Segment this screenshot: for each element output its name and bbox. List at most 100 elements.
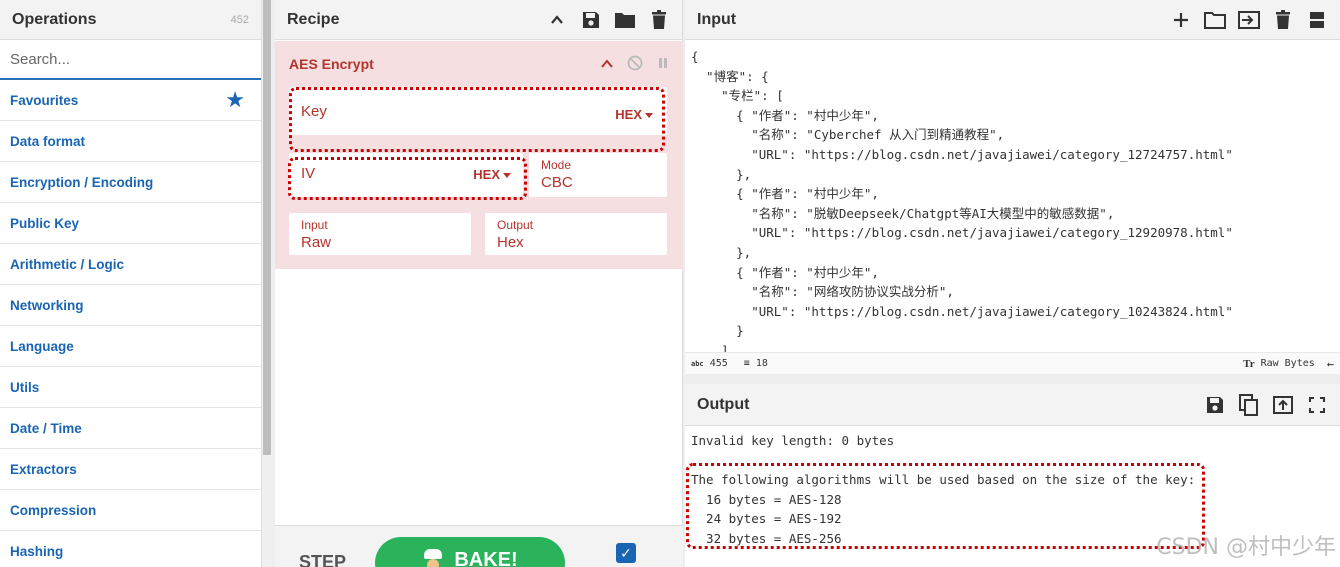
category-compression[interactable]: Compression [0, 490, 261, 531]
category-data-format[interactable]: Data format [0, 121, 261, 162]
category-utils[interactable]: Utils [0, 367, 261, 408]
input-line: } [691, 323, 744, 339]
category-favourites[interactable]: Favourites ★ [0, 80, 261, 121]
trash-icon[interactable] [1272, 9, 1294, 31]
cyberchef-app: Operations 452 Favourites ★ Data format … [0, 0, 1340, 567]
input-format-value: Raw [301, 234, 332, 251]
bake-label: BAKE! [454, 549, 518, 567]
input-line: ] [691, 342, 729, 352]
star-icon: ★ [225, 87, 245, 112]
input-line: "URL": "https://blog.csdn.net/javajiawei… [691, 303, 1233, 319]
output-format-select[interactable]: Output Hex [485, 213, 667, 255]
maximize-icon[interactable] [1306, 394, 1328, 416]
input-line: { "作者": "村中少年", [691, 107, 879, 123]
chevron-up-icon[interactable] [601, 56, 613, 72]
input-line: }, [691, 166, 752, 182]
length-label: abc [691, 360, 704, 368]
io-splitter[interactable] [685, 374, 1340, 384]
category-label: Networking [10, 297, 84, 313]
output-format-label: Output [497, 218, 534, 232]
disable-icon[interactable] [627, 55, 643, 74]
folder-icon[interactable] [614, 9, 636, 31]
save-icon[interactable] [1204, 394, 1226, 416]
io-panel: Input { "博客": {"专栏": [{"作者": "村中少年", … [685, 0, 1340, 567]
operations-scrollbar-thumb[interactable] [263, 0, 271, 455]
plus-icon[interactable] [1170, 9, 1192, 31]
highlight-iv [288, 157, 527, 200]
input-line: "URL": "https://blog.csdn.net/javajiawei… [691, 225, 1233, 241]
recipe-panel: Recipe AES Encrypt Key HEX IV HEX Mode C… [275, 0, 683, 567]
category-public-key[interactable]: Public Key [0, 203, 261, 244]
category-label: Hashing [10, 543, 64, 559]
category-label: Data format [10, 133, 86, 149]
category-label: Language [10, 338, 74, 354]
save-icon[interactable] [580, 9, 602, 31]
input-line: "名称": "网络攻防协议实战分析", [691, 284, 954, 300]
mode-label: Mode [541, 158, 572, 172]
input-line: "名称": "Cyberchef 从入门到精通教程", [691, 127, 1005, 143]
category-label: Date / Time [10, 420, 82, 436]
input-line: "名称": "脱敏Deepseek/Chatgpt等AI大模型中的敏感数据", [691, 205, 1115, 221]
category-arithmetic-logic[interactable]: Arithmetic / Logic [0, 244, 261, 285]
lines-icon: ≡ [743, 358, 750, 369]
lines-indicator: ≡ 18 [744, 358, 768, 369]
input-line: { "作者": "村中少年", [691, 186, 879, 202]
category-label: Extractors [10, 461, 77, 477]
recipe-title: Recipe [287, 10, 340, 28]
trash-icon[interactable] [648, 9, 670, 31]
open-file-icon[interactable] [1238, 9, 1260, 31]
input-format-label: Input [301, 218, 328, 232]
input-line: { [691, 49, 699, 64]
chevron-up-icon[interactable] [546, 9, 568, 31]
pause-icon[interactable] [657, 56, 669, 72]
input-line: "URL": "https://blog.csdn.net/javajiawei… [691, 146, 1233, 162]
length-indicator: abc 455 [691, 358, 728, 369]
step-button[interactable]: STEP [299, 552, 346, 567]
lines-value: 18 [755, 358, 768, 369]
length-value: 455 [709, 358, 728, 369]
input-line: }, [691, 244, 752, 260]
output-format-value: Hex [497, 234, 524, 251]
chef-icon [422, 549, 444, 567]
category-hashing[interactable]: Hashing [0, 531, 261, 567]
mode-value: CBC [541, 174, 573, 191]
category-label: Compression [10, 502, 97, 518]
replace-input-icon[interactable] [1272, 394, 1294, 416]
operations-count: 452 [230, 13, 249, 26]
mode-select[interactable]: Mode CBC [529, 153, 667, 197]
operations-title: Operations [12, 10, 97, 28]
input-textarea[interactable]: { "博客": { "专栏": [ { "作者": "村中少年", "名称": … [685, 41, 1340, 352]
operations-panel: Operations 452 Favourites ★ Data format … [0, 0, 262, 567]
operation-header: AES Encrypt [275, 41, 683, 87]
input-header: Input [685, 0, 1340, 40]
input-line: { "作者": "村中少年", [691, 264, 879, 280]
category-extractors[interactable]: Extractors [0, 449, 261, 490]
input-title: Input [697, 10, 737, 28]
category-language[interactable]: Language [0, 326, 261, 367]
input-line: "专栏": [ [691, 88, 784, 104]
auto-bake-checkbox[interactable]: ✓ [616, 543, 636, 563]
category-label: Arithmetic / Logic [10, 256, 125, 272]
arrow-left-icon[interactable]: ← [1327, 357, 1334, 371]
open-folder-icon[interactable] [1204, 9, 1226, 31]
input-format-select[interactable]: Input Raw [289, 213, 471, 255]
aes-encrypt-operation: AES Encrypt Key HEX IV HEX Mode CBC Inpu… [275, 41, 683, 269]
category-label: Public Key [10, 215, 80, 231]
encoding-value[interactable]: Raw Bytes [1261, 358, 1315, 369]
copy-icon[interactable] [1238, 393, 1260, 416]
bake-bar: STEP BAKE! ✓ [275, 525, 683, 567]
watermark: CSDN @村中少年 [1156, 535, 1336, 560]
operations-header: Operations 452 [0, 0, 261, 40]
search-input[interactable] [10, 50, 251, 68]
category-networking[interactable]: Networking [0, 285, 261, 326]
category-label: Encryption / Encoding [10, 174, 154, 190]
operation-title: AES Encrypt [289, 56, 374, 72]
category-encryption-encoding[interactable]: Encryption / Encoding [0, 162, 261, 203]
output-title: Output [697, 395, 750, 413]
input-line: "博客": { [691, 68, 769, 84]
bake-button[interactable]: BAKE! [375, 537, 565, 567]
input-statusbar: abc 455 ≡ 18 Tr Raw Bytes ← [685, 352, 1340, 374]
category-date-time[interactable]: Date / Time [0, 408, 261, 449]
layout-icon[interactable] [1306, 9, 1328, 31]
operations-scrollbar[interactable] [262, 0, 272, 567]
